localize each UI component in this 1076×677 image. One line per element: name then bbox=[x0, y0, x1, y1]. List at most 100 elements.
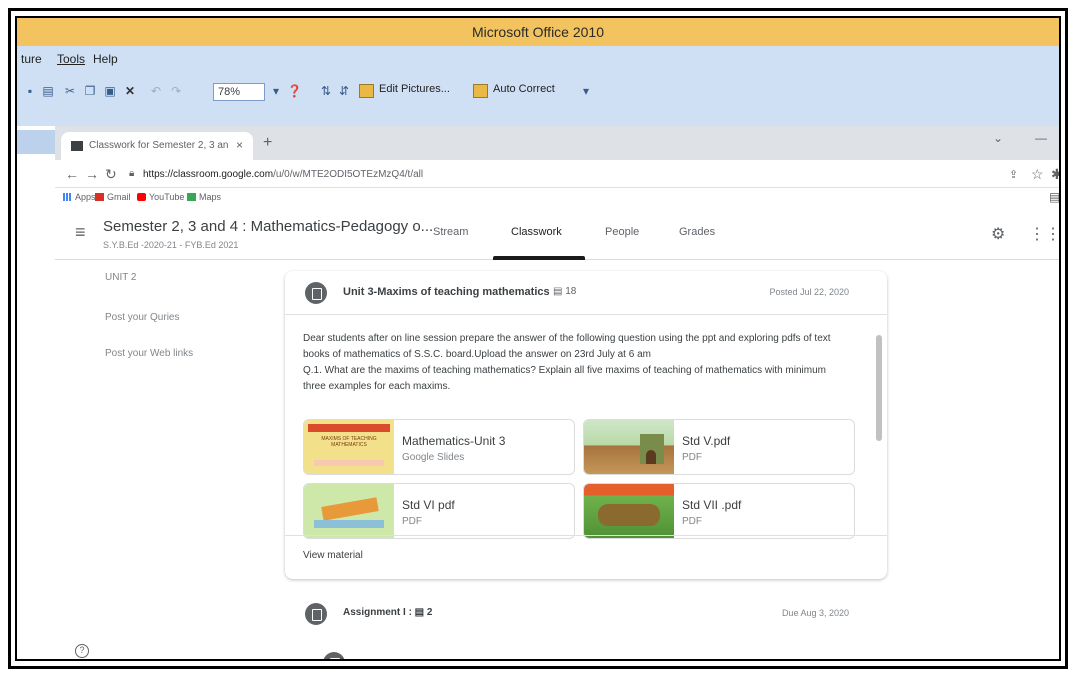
menu-item-help[interactable]: Help bbox=[93, 52, 118, 66]
bookmark-apps[interactable]: Apps bbox=[63, 192, 96, 202]
classroom-header: ≡ Semester 2, 3 and 4 : Mathematics-Peda… bbox=[55, 208, 1059, 260]
edit-pictures-button[interactable]: Edit Pictures... bbox=[359, 83, 450, 101]
browser-window: Classwork for Semester 2, 3 and × + ⌄ — … bbox=[55, 126, 1059, 659]
tab-stream[interactable]: Stream bbox=[433, 226, 468, 238]
description-line: Dear students after on line session prep… bbox=[303, 333, 831, 344]
zoom-select[interactable]: 78% bbox=[213, 83, 265, 101]
menu-item-tools[interactable]: Tools bbox=[57, 52, 85, 66]
attachment-name: Mathematics-Unit 3 bbox=[402, 434, 506, 448]
url-field[interactable]: https://classroom.google.com/u/0/w/MTE2O… bbox=[143, 169, 423, 180]
bookmark-youtube-label: YouTube bbox=[149, 192, 185, 202]
copy-icon[interactable]: ❐ bbox=[83, 84, 97, 98]
cut-icon[interactable]: ✂ bbox=[63, 84, 77, 98]
extensions-icon[interactable]: ✱ bbox=[1051, 166, 1059, 183]
browser-tabbar: Classwork for Semester 2, 3 and × + ⌄ — bbox=[55, 126, 1059, 160]
attachment-std-v[interactable]: Std V.pdf PDF bbox=[583, 419, 855, 475]
sort-ascending-icon[interactable]: ⇅ bbox=[319, 84, 333, 98]
topic-post-queries[interactable]: Post your Quries bbox=[105, 312, 179, 323]
edit-pictures-label: Edit Pictures... bbox=[379, 83, 450, 95]
tab-grades[interactable]: Grades bbox=[679, 226, 715, 238]
office-ribbon: ture Tools Help ▪ ▤ ✂ ❐ ▣ ✕ ↶ ↷ 78% ▾ ❓ … bbox=[17, 46, 1059, 154]
attachment-type: PDF bbox=[682, 516, 702, 527]
close-tab-icon[interactable]: × bbox=[236, 138, 243, 152]
description-line: books of mathematics of S.S.C. board.Upl… bbox=[303, 349, 651, 360]
view-material-link[interactable]: View material bbox=[303, 550, 363, 561]
bookmark-star-icon[interactable]: ☆ bbox=[1031, 166, 1044, 183]
paste-icon[interactable]: ▣ bbox=[103, 84, 117, 98]
save-icon[interactable]: ▪ bbox=[23, 84, 37, 98]
browser-tab[interactable]: Classwork for Semester 2, 3 and × bbox=[61, 132, 253, 160]
description-scrollbar[interactable] bbox=[875, 325, 883, 535]
undo-icon[interactable]: ↶ bbox=[149, 84, 163, 98]
scrollbar-thumb[interactable] bbox=[876, 335, 882, 441]
office-title: Microsoft Office 2010 bbox=[471, 24, 605, 40]
bookmark-maps[interactable]: Maps bbox=[187, 192, 221, 202]
auto-correct-icon bbox=[473, 84, 488, 98]
course-title[interactable]: Semester 2, 3 and 4 : Mathematics-Pedago… bbox=[103, 218, 433, 235]
tab-people[interactable]: People bbox=[605, 226, 639, 238]
slides-thumbnail: MAXIMS OF TEACHING MATHEMATICS bbox=[304, 420, 394, 474]
attachment-type: Google Slides bbox=[402, 452, 465, 463]
attachment-type: PDF bbox=[682, 452, 702, 463]
comment-count-value: 18 bbox=[565, 286, 577, 297]
topic-post-web-links[interactable]: Post your Web links bbox=[105, 348, 193, 359]
tab-search-icon[interactable]: ⌄ bbox=[993, 131, 1003, 145]
google-apps-icon[interactable]: ⋮⋮ bbox=[1029, 224, 1059, 244]
posted-date: Posted Jul 22, 2020 bbox=[769, 287, 849, 297]
auto-correct-button[interactable]: Auto Correct bbox=[473, 83, 555, 101]
assignment-comment-count: 2 bbox=[426, 607, 433, 618]
attachment-slides[interactable]: MAXIMS OF TEACHING MATHEMATICS Mathemati… bbox=[303, 419, 575, 475]
attachment-type: PDF bbox=[402, 516, 422, 527]
minimize-icon[interactable]: — bbox=[1035, 131, 1047, 145]
office-toolbar: ▪ ▤ ✂ ❐ ▣ ✕ ↶ ↷ 78% ▾ ❓ ⇅ ⇵ Edit Picture… bbox=[17, 80, 1059, 106]
back-icon[interactable]: ← bbox=[65, 166, 79, 182]
share-icon[interactable]: ⇪ bbox=[1009, 168, 1018, 181]
settings-gear-icon[interactable]: ⚙ bbox=[991, 224, 1005, 244]
description-line: Q.1. What are the maxims of teaching mat… bbox=[303, 365, 826, 376]
bookmark-gmail[interactable]: Gmail bbox=[95, 192, 131, 202]
material-icon bbox=[305, 282, 327, 304]
auto-correct-label: Auto Correct bbox=[493, 83, 555, 95]
main-menu-icon[interactable]: ≡ bbox=[75, 222, 86, 243]
reading-list-icon[interactable]: ▤ bbox=[1049, 190, 1059, 204]
bookmark-youtube[interactable]: YouTube bbox=[137, 192, 184, 202]
tab-classwork[interactable]: Classwork bbox=[511, 226, 562, 238]
print-icon[interactable]: ▤ bbox=[41, 84, 55, 98]
material-card-footer: View material bbox=[285, 535, 887, 579]
material-card-header[interactable]: Unit 3-Maxims of teaching mathematics ▤ … bbox=[285, 271, 887, 315]
assignment-icon bbox=[305, 603, 327, 625]
help-circle-icon[interactable]: ❓ bbox=[287, 84, 302, 98]
maps-icon bbox=[187, 193, 196, 201]
gmail-icon bbox=[95, 193, 104, 201]
lock-icon: 🔒︎ bbox=[129, 168, 135, 179]
next-item-icon bbox=[323, 652, 345, 659]
sort-descending-icon[interactable]: ⇵ bbox=[337, 84, 351, 98]
url-path: /u/0/w/MTE2ODI5OTEzMzQ4/t/all bbox=[273, 169, 424, 180]
course-subtitle: S.Y.B.Ed -2020-21 - FYB.Ed 2021 bbox=[103, 240, 239, 250]
tab-title: Classwork for Semester 2, 3 and bbox=[89, 140, 229, 151]
description-line: three examples for each maxims. bbox=[303, 381, 451, 392]
bookmark-maps-label: Maps bbox=[199, 192, 222, 202]
comment-count: ▤ 18 bbox=[553, 286, 577, 297]
chevron-down-icon[interactable]: ▾ bbox=[269, 84, 283, 98]
attachment-name: Std VI pdf bbox=[402, 498, 455, 512]
toolbar-overflow-icon[interactable]: ▾ bbox=[579, 84, 593, 98]
help-icon[interactable]: ? bbox=[75, 644, 89, 658]
redo-icon[interactable]: ↷ bbox=[169, 84, 183, 98]
menu-item-picture[interactable]: ture bbox=[21, 52, 42, 66]
assignment-title[interactable]: Assignment I : ▤ 2 bbox=[343, 607, 432, 618]
std-vii-thumbnail bbox=[584, 484, 674, 538]
forward-icon[interactable]: → bbox=[85, 166, 99, 182]
classroom-favicon-icon bbox=[71, 141, 83, 151]
topic-unit-2[interactable]: UNIT 2 bbox=[105, 272, 137, 283]
material-title[interactable]: Unit 3-Maxims of teaching mathematics bbox=[343, 286, 550, 298]
assignment-row[interactable]: Assignment I : ▤ 2 Due Aug 3, 2020 bbox=[285, 594, 887, 634]
delete-icon[interactable]: ✕ bbox=[123, 84, 137, 98]
reload-icon[interactable]: ↻ bbox=[105, 166, 117, 183]
edit-pictures-icon bbox=[359, 84, 374, 98]
attachment-std-vi[interactable]: Std VI pdf PDF bbox=[303, 483, 575, 539]
attachment-std-vii[interactable]: Std VII .pdf PDF bbox=[583, 483, 855, 539]
assignment-due-date: Due Aug 3, 2020 bbox=[781, 608, 849, 618]
new-tab-button[interactable]: + bbox=[263, 134, 272, 152]
office-title-bar: Microsoft Office 2010 bbox=[17, 18, 1059, 46]
